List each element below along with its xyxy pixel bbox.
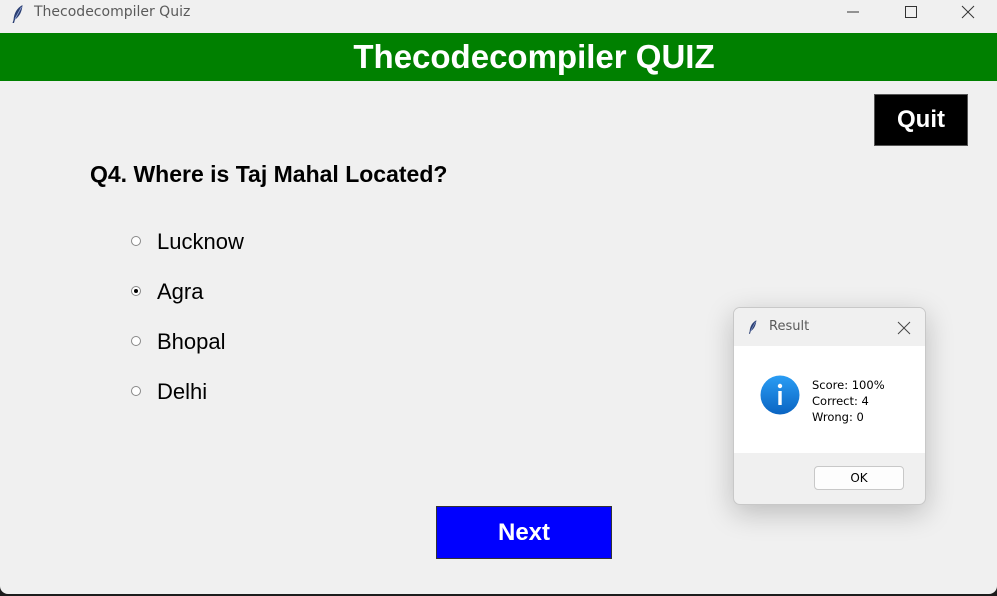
dialog-title-bar: Result (734, 308, 925, 346)
option-delhi[interactable]: Delhi (130, 377, 330, 407)
option-label: Bhopal (157, 329, 226, 354)
dialog-close-icon[interactable] (894, 318, 914, 338)
score-line: Score: 100% (812, 378, 885, 392)
close-button[interactable] (939, 0, 997, 24)
next-button[interactable]: Next (436, 506, 612, 559)
option-label: Lucknow (157, 229, 244, 254)
info-icon (760, 375, 800, 415)
result-message: Score: 100% Correct: 4 Wrong: 0 (812, 377, 885, 425)
title-bar: Thecodecompiler Quiz (0, 0, 997, 33)
wrong-line: Wrong: 0 (812, 410, 864, 424)
minimize-icon (847, 11, 859, 13)
close-icon (961, 5, 975, 19)
dialog-title: Result (769, 319, 810, 334)
quiz-window: Thecodecompiler Quiz Thecodecompiler QUI… (0, 0, 997, 594)
question-text: Q4. Where is Taj Mahal Located? (90, 161, 448, 187)
maximize-button[interactable] (882, 0, 940, 24)
result-dialog: Result Score: 100% Correct: 4 Wrong: 0 O… (733, 307, 926, 505)
ok-button[interactable]: OK (814, 466, 904, 490)
option-agra[interactable]: Agra (130, 277, 330, 307)
quiz-header-banner: Thecodecompiler QUIZ (0, 33, 997, 81)
option-lucknow[interactable]: Lucknow (130, 227, 330, 257)
maximize-icon (905, 6, 917, 18)
radio-button[interactable] (131, 236, 141, 246)
minimize-button[interactable] (824, 0, 882, 24)
feather-icon (748, 320, 757, 334)
radio-button[interactable] (131, 386, 141, 396)
dialog-body: Score: 100% Correct: 4 Wrong: 0 (734, 346, 925, 453)
option-label: Agra (157, 279, 204, 304)
window-title: Thecodecompiler Quiz (34, 4, 191, 20)
option-bhopal[interactable]: Bhopal (130, 327, 330, 357)
radio-button[interactable] (131, 336, 141, 346)
feather-icon (12, 5, 23, 23)
radio-button-selected[interactable] (131, 286, 141, 296)
option-label: Delhi (157, 379, 208, 404)
correct-line: Correct: 4 (812, 394, 869, 408)
quit-button[interactable]: Quit (874, 94, 968, 146)
quiz-header-title: Thecodecompiler QUIZ (353, 38, 715, 75)
